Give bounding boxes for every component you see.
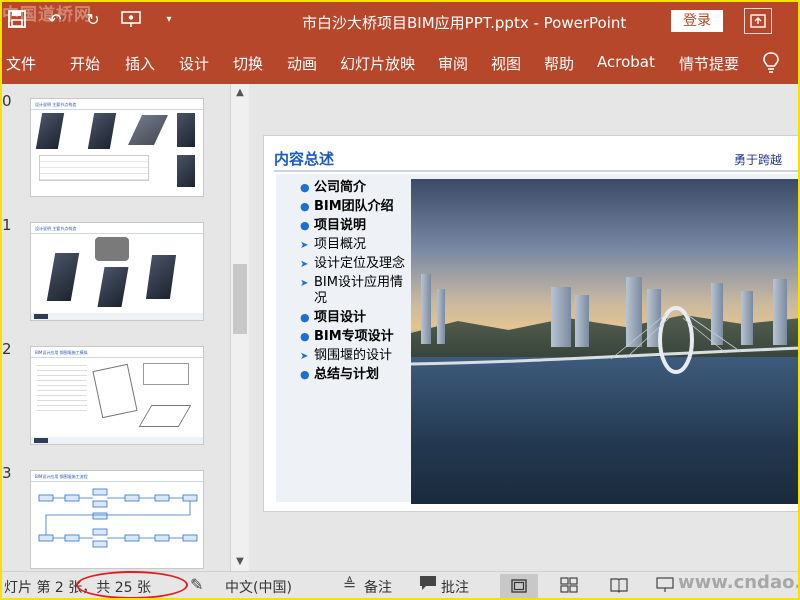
slide-number: 2 [2, 340, 12, 358]
tab-transitions[interactable]: 切换 [233, 53, 263, 74]
model-image [95, 237, 129, 261]
slide-body: 公司简介 BIM团队介绍 项目说明 项目概况 设计定位及理念 BIM设计应用情况… [276, 174, 800, 504]
outline-subitem: BIM设计应用情况 [300, 275, 410, 307]
slide-slogan[interactable]: 勇于跨越 [734, 151, 782, 168]
model-image [128, 115, 168, 145]
outline-subitem: 钢围堰的设计 [300, 348, 410, 365]
river [411, 357, 800, 504]
outline-item: 总结与计划 [300, 367, 410, 383]
present-icon[interactable] [120, 8, 142, 30]
outline-item: 公司简介 [300, 180, 410, 196]
thumbnail-table [39, 155, 149, 181]
bridge-photo[interactable] [411, 179, 800, 504]
bridge-structure [411, 306, 800, 374]
tab-home[interactable]: 开始 [70, 53, 100, 74]
comments-button[interactable]: 批注 [441, 577, 469, 597]
highlight-annotation [76, 571, 188, 599]
tab-help[interactable]: 帮助 [544, 53, 574, 74]
slide-thumbnail[interactable]: BIM设计应用 钢围堰施工模拟 [30, 346, 204, 445]
slide-number: 0 [2, 92, 12, 110]
slide-title[interactable]: 内容总述 [274, 148, 334, 169]
outline-subitem: 项目概况 [300, 237, 410, 254]
slide-number: 3 [2, 464, 12, 482]
model-image [177, 155, 195, 187]
model-image [35, 113, 65, 149]
thumbnail-pane[interactable]: 0 设计说明 主要节点构造 1 设计说明 主要节点构造 2 BIM设计应用 钢围… [0, 84, 230, 571]
spelling-check-icon[interactable]: ✎ [190, 575, 203, 594]
outline-subitem: 设计定位及理念 [300, 256, 410, 273]
thumbnail-title: BIM设计应用 钢围堰施工流程 [35, 474, 88, 479]
customize-icon[interactable]: ▾ [158, 8, 180, 30]
thumbnail-drawing [143, 363, 189, 385]
undo-icon[interactable]: ↶ [44, 8, 66, 30]
slide-sorter-view-icon[interactable] [560, 577, 578, 597]
slideshow-view-icon[interactable] [656, 577, 674, 597]
slide-number: 1 [2, 216, 12, 234]
reading-view-icon[interactable] [610, 577, 628, 597]
tab-acrobat[interactable]: Acrobat [597, 53, 655, 71]
slide-thumbnail[interactable]: 设计说明 主要节点构造 [30, 222, 204, 321]
model-image [97, 267, 129, 307]
thumbnail-title: 设计说明 主要节点构造 [35, 102, 77, 107]
watermark-url: www.cndao.com [678, 572, 800, 593]
normal-view-icon [511, 579, 527, 593]
model-image [87, 113, 117, 149]
tab-design[interactable]: 设计 [179, 53, 209, 74]
current-slide[interactable]: 内容总述 勇于跨越 公司简介 BIM团队介绍 项目说明 项目概况 设计定位及理念… [263, 135, 800, 512]
outline-item: 项目说明 [300, 218, 410, 234]
tab-storyboard[interactable]: 情节提要 [679, 53, 739, 74]
notes-icon[interactable]: ≜ [343, 575, 356, 594]
model-image [177, 113, 195, 147]
thumbnail-title: BIM设计应用 钢围堰施工模拟 [35, 350, 88, 355]
tab-insert[interactable]: 插入 [125, 53, 155, 74]
quick-access-toolbar: ↶ ↻ ▾ [6, 8, 180, 30]
language-status[interactable]: 中文(中国) [225, 577, 292, 597]
normal-view-button[interactable] [500, 574, 538, 598]
outline-item: BIM专项设计 [300, 329, 410, 345]
title-bar: 中国道桥网 ↶ ↻ ▾ 市白沙大桥项目BIM应用PPT.pptx - Power… [0, 0, 800, 42]
model-image [46, 253, 80, 301]
tab-animations[interactable]: 动画 [287, 53, 317, 74]
login-button[interactable]: 登录 [671, 10, 723, 32]
tab-view[interactable]: 视图 [491, 53, 521, 74]
flowchart-diagram [38, 488, 198, 548]
tab-slideshow[interactable]: 幻灯片放映 [340, 53, 415, 74]
tab-file[interactable]: 文件 [6, 53, 36, 74]
thumbnail-drawing [92, 363, 138, 419]
slide-header-bar [274, 146, 800, 172]
thumbnail-title: 设计说明 主要节点构造 [35, 226, 77, 231]
model-image [145, 255, 177, 299]
thumbnail-scrollbar[interactable]: ▲ ▼ [230, 84, 249, 571]
tab-review[interactable]: 审阅 [438, 53, 468, 74]
thumbnail-text [37, 361, 87, 411]
comments-icon[interactable] [419, 575, 437, 595]
slide-thumbnail[interactable]: BIM设计应用 钢围堰施工流程 [30, 470, 204, 569]
scroll-up-icon[interactable]: ▲ [231, 84, 249, 102]
thumbnail-drawing [138, 405, 192, 427]
notes-button[interactable]: 备注 [364, 577, 392, 597]
slide-thumbnail[interactable]: 设计说明 主要节点构造 [30, 98, 204, 197]
content-outline[interactable]: 公司简介 BIM团队介绍 项目说明 项目概况 设计定位及理念 BIM设计应用情况… [300, 180, 410, 386]
outline-item: BIM团队介绍 [300, 199, 410, 215]
ribbon-tabs: 文件 开始 插入 设计 切换 动画 幻灯片放映 审阅 视图 帮助 Acrobat… [0, 42, 800, 84]
lightbulb-icon[interactable] [762, 51, 780, 78]
scrollbar-thumb[interactable] [233, 264, 247, 334]
redo-icon[interactable]: ↻ [82, 8, 104, 30]
save-icon[interactable] [6, 8, 28, 30]
scroll-down-icon[interactable]: ▼ [231, 553, 249, 571]
outline-item: 项目设计 [300, 310, 410, 326]
ribbon-display-icon[interactable] [744, 8, 772, 34]
document-title: 市白沙大桥项目BIM应用PPT.pptx - PowerPoint [302, 14, 627, 32]
